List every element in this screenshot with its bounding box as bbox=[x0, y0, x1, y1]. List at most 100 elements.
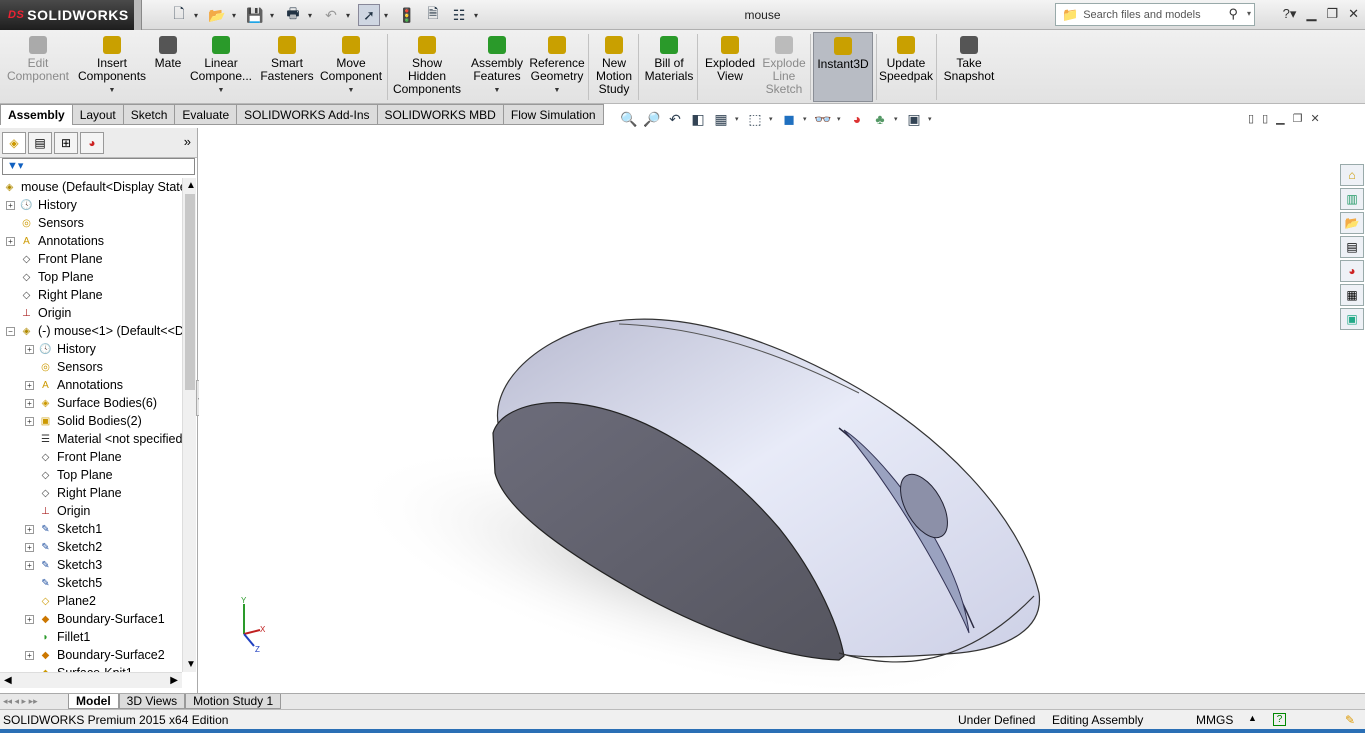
restore-icon[interactable]: ❐ bbox=[1326, 6, 1338, 22]
exploded-view-button[interactable]: Exploded View bbox=[702, 32, 758, 102]
chevron-down-icon[interactable]: ▾ bbox=[1247, 9, 1251, 18]
move-component-button[interactable]: Move Component ▼ bbox=[320, 32, 382, 102]
expand-toggle-icon[interactable]: + bbox=[25, 542, 34, 552]
undo-icon[interactable]: ↶ bbox=[320, 4, 342, 26]
expand-toggle-icon[interactable]: + bbox=[25, 416, 34, 426]
viewport-restore-icon[interactable]: ❐ bbox=[1293, 112, 1303, 125]
expand-panel-icon[interactable]: » bbox=[184, 134, 191, 149]
help-icon[interactable]: ?▾ bbox=[1283, 6, 1297, 22]
chevron-down-icon[interactable]: ▼ bbox=[348, 84, 355, 97]
reference-geometry-button[interactable]: Reference Geometry ▼ bbox=[528, 32, 586, 102]
tab-assembly[interactable]: Assembly bbox=[0, 104, 73, 125]
tree-item[interactable]: + ✎ Sketch3 bbox=[25, 556, 102, 574]
new-motion-study-button[interactable]: New Motion Study bbox=[592, 32, 636, 102]
forum-icon[interactable]: ▣ bbox=[1340, 308, 1364, 330]
solidworks-logo[interactable]: DS SOLIDWORKS bbox=[0, 0, 134, 30]
expand-toggle-icon[interactable]: + bbox=[6, 200, 15, 210]
tree-item[interactable]: + ◆ Boundary-Surface1 bbox=[25, 610, 165, 628]
new-document-icon[interactable]: 🗋 bbox=[168, 4, 190, 26]
file-properties-icon[interactable]: 🗎 bbox=[422, 4, 444, 26]
tile-right-icon[interactable]: ▯ bbox=[1262, 112, 1268, 125]
rebuild-traffic-light-icon[interactable]: 🚦 bbox=[396, 4, 418, 26]
tree-item[interactable]: ◇ Front Plane bbox=[25, 448, 122, 466]
bill-of-materials-button[interactable]: Bill of Materials bbox=[642, 32, 696, 102]
zoom-to-fit-icon[interactable]: 🔍 bbox=[620, 110, 638, 128]
expand-toggle-icon[interactable]: + bbox=[25, 524, 34, 534]
help-status-icon[interactable]: ? bbox=[1273, 713, 1286, 726]
close-icon[interactable]: ✕ bbox=[1348, 6, 1359, 22]
view-settings-icon[interactable]: ▣ bbox=[905, 110, 923, 128]
tree-filter[interactable]: ▼▾ bbox=[2, 158, 195, 175]
open-folder-icon[interactable]: 📂 bbox=[206, 4, 228, 26]
hide-show-items-icon[interactable]: 👓 bbox=[814, 110, 832, 128]
tree-item[interactable]: + ✎ Sketch2 bbox=[25, 538, 102, 556]
expand-toggle-icon[interactable]: + bbox=[25, 344, 34, 354]
tab-flow-simulation[interactable]: Flow Simulation bbox=[503, 104, 604, 125]
tab-evaluate[interactable]: Evaluate bbox=[175, 104, 238, 125]
mate-button[interactable]: Mate bbox=[150, 32, 186, 102]
scroll-left-icon[interactable]: ◀ bbox=[4, 675, 12, 686]
show-hidden-components-button[interactable]: Show Hidden Components bbox=[392, 32, 462, 102]
assembly-features-button[interactable]: Assembly Features ▼ bbox=[468, 32, 526, 102]
custom-properties-icon[interactable]: ▦ bbox=[1340, 284, 1364, 306]
chevron-down-icon[interactable]: ▼ bbox=[218, 84, 225, 97]
chevron-down-icon[interactable]: ▾ bbox=[270, 11, 278, 20]
graphics-area[interactable] bbox=[199, 128, 1340, 699]
insert-components-button[interactable]: Insert Components ▼ bbox=[78, 32, 146, 102]
tree-item[interactable]: + A Annotations bbox=[25, 376, 123, 394]
expand-toggle-icon[interactable]: + bbox=[25, 398, 34, 408]
view-orientation-icon[interactable]: ⬚ bbox=[746, 110, 764, 128]
expand-toggle-icon[interactable]: − bbox=[6, 326, 15, 336]
scroll-right-icon[interactable]: ▶ bbox=[170, 675, 178, 686]
bottom-tab-model[interactable]: Model bbox=[68, 694, 119, 709]
tree-item[interactable]: ✎ Sketch5 bbox=[25, 574, 102, 592]
tree-horizontal-scrollbar[interactable]: ◀ ▶ bbox=[0, 672, 182, 688]
home-icon[interactable]: ⌂ bbox=[1340, 164, 1364, 186]
chevron-down-icon[interactable]: ▾ bbox=[928, 115, 934, 123]
dynamic-annotation-icon[interactable]: ▦ bbox=[712, 110, 730, 128]
print-icon[interactable]: 🖶 bbox=[282, 4, 304, 26]
chevron-down-icon[interactable]: ▾ bbox=[346, 11, 354, 20]
tree-vertical-scrollbar[interactable]: ▲ ▼ bbox=[182, 178, 196, 672]
update-speedpak-button[interactable]: Update Speedpak bbox=[878, 32, 934, 102]
tree-root[interactable]: ◈ mouse (Default<Display State bbox=[2, 178, 182, 196]
chevron-down-icon[interactable]: ▾ bbox=[837, 115, 843, 123]
tab-scroll-arrows[interactable]: ◂◂ ◂ ▸ ▸▸ bbox=[0, 696, 68, 707]
chevron-down-icon[interactable]: ▾ bbox=[735, 115, 741, 123]
scroll-up-icon[interactable]: ▲ bbox=[186, 180, 196, 191]
minimize-icon[interactable]: ▁ bbox=[1306, 6, 1316, 22]
save-icon[interactable]: 💾 bbox=[244, 4, 266, 26]
tab-sketch[interactable]: Sketch bbox=[123, 104, 176, 125]
tab-solidworks-mbd[interactable]: SOLIDWORKS MBD bbox=[377, 104, 504, 125]
units-dropdown-icon[interactable]: ▲ bbox=[1248, 713, 1257, 723]
expand-toggle-icon[interactable]: + bbox=[6, 236, 15, 246]
search-icon[interactable]: ⚲ bbox=[1228, 6, 1238, 22]
view-palette-icon[interactable]: ▤ bbox=[1340, 236, 1364, 258]
smart-fasteners-button[interactable]: Smart Fasteners bbox=[256, 32, 318, 102]
viewport-close-icon[interactable]: ✕ bbox=[1310, 112, 1319, 125]
unit-system[interactable]: MMGS bbox=[1196, 713, 1233, 727]
tree-item[interactable]: ◇ Right Plane bbox=[25, 484, 122, 502]
property-manager-tab-icon[interactable]: ▤ bbox=[28, 131, 52, 154]
expand-toggle-icon[interactable]: + bbox=[25, 650, 34, 660]
tree-item[interactable]: ◇ Front Plane bbox=[6, 250, 103, 268]
tree-item[interactable]: + A Annotations bbox=[6, 232, 104, 250]
tree-item[interactable]: + ✎ Sketch1 bbox=[25, 520, 102, 538]
appearances-icon[interactable]: ◕ bbox=[1340, 260, 1364, 282]
edit-component-button[interactable]: Edit Component bbox=[4, 32, 72, 102]
configuration-manager-tab-icon[interactable]: ⊞ bbox=[54, 131, 78, 154]
chevron-down-icon[interactable]: ▼ bbox=[554, 84, 561, 97]
chevron-down-icon[interactable]: ▾ bbox=[232, 11, 240, 20]
chevron-down-icon[interactable]: ▾ bbox=[308, 11, 316, 20]
tree-item[interactable]: + ◈ Surface Bodies(6) bbox=[25, 394, 157, 412]
chevron-down-icon[interactable]: ▾ bbox=[769, 115, 775, 123]
bottom-tab-motion-study-1[interactable]: Motion Study 1 bbox=[185, 694, 282, 709]
design-library-icon[interactable]: ▥ bbox=[1340, 188, 1364, 210]
expand-toggle-icon[interactable]: + bbox=[25, 614, 34, 624]
apply-scene-icon[interactable]: ♣ bbox=[871, 110, 889, 128]
chevron-down-icon[interactable]: ▾ bbox=[384, 11, 392, 20]
tree-item[interactable]: ⊥ Origin bbox=[6, 304, 71, 322]
linear-pattern-button[interactable]: Linear Compone... ▼ bbox=[190, 32, 252, 102]
zoom-to-area-icon[interactable]: 🔎 bbox=[643, 110, 661, 128]
section-view-icon[interactable]: ◧ bbox=[689, 110, 707, 128]
